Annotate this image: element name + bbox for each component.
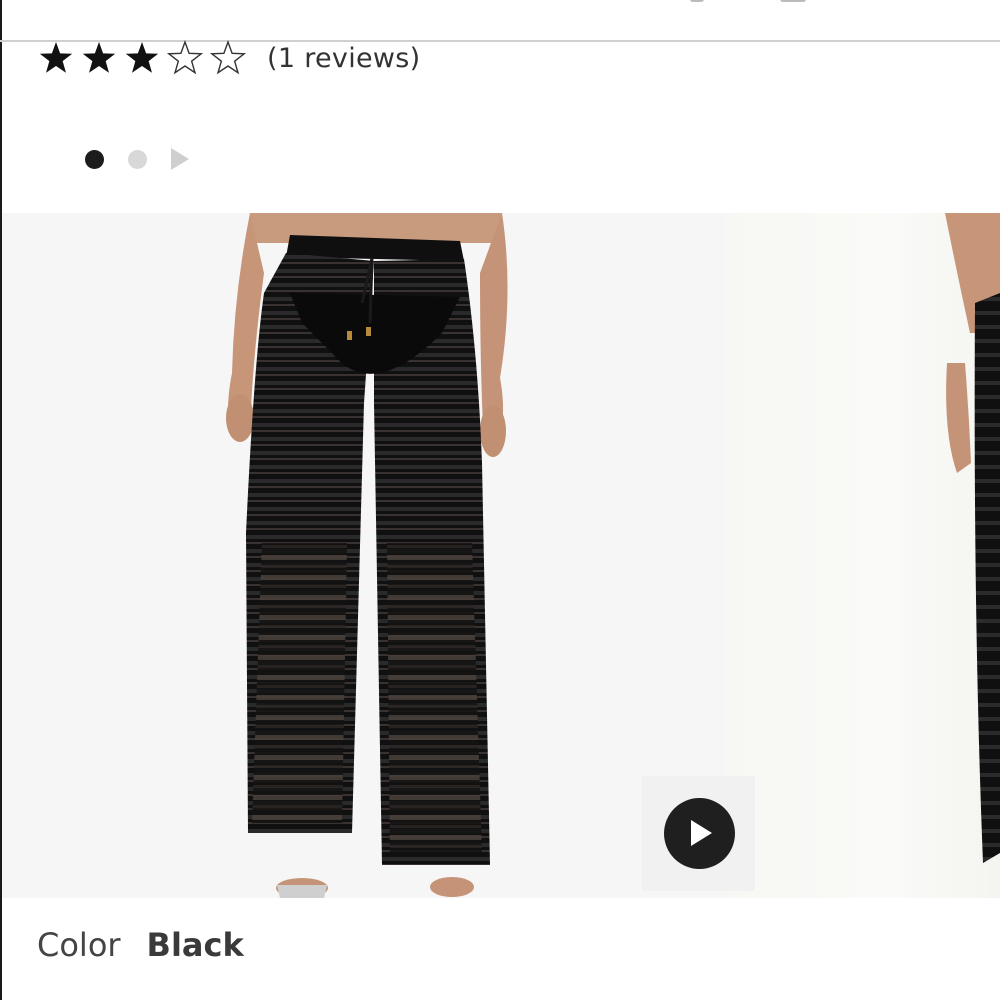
color-value: Black [146,926,244,964]
header-icon-fragment [780,0,806,2]
product-image-next[interactable] [725,213,1000,898]
model-side-view-image [945,213,1000,863]
product-image-gallery[interactable] [2,213,1000,898]
star-empty-icon [165,38,205,78]
color-label: Color [37,926,121,964]
review-count[interactable]: (1 reviews) [267,43,421,74]
model-wearing-crochet-pants-image [226,213,508,898]
carousel-next-icon[interactable] [171,148,189,170]
carousel-dot-2[interactable] [128,149,147,169]
star-filled-icon [122,38,162,78]
header-icon-fragment [690,0,704,2]
product-rating[interactable]: (1 reviews) [36,38,421,78]
star-filled-icon [79,38,119,78]
star-empty-icon [208,38,248,78]
carousel-pagination [85,148,189,170]
product-image-main[interactable] [2,213,725,898]
carousel-dot-1[interactable] [85,149,104,169]
product-page: (1 reviews) Color Black [0,0,1000,1000]
play-icon [691,820,712,846]
rating-stars [36,38,251,78]
play-video-button[interactable] [664,798,735,869]
video-thumbnail[interactable] [642,776,755,891]
star-filled-icon [36,38,76,78]
color-selection: Color Black [37,926,244,964]
